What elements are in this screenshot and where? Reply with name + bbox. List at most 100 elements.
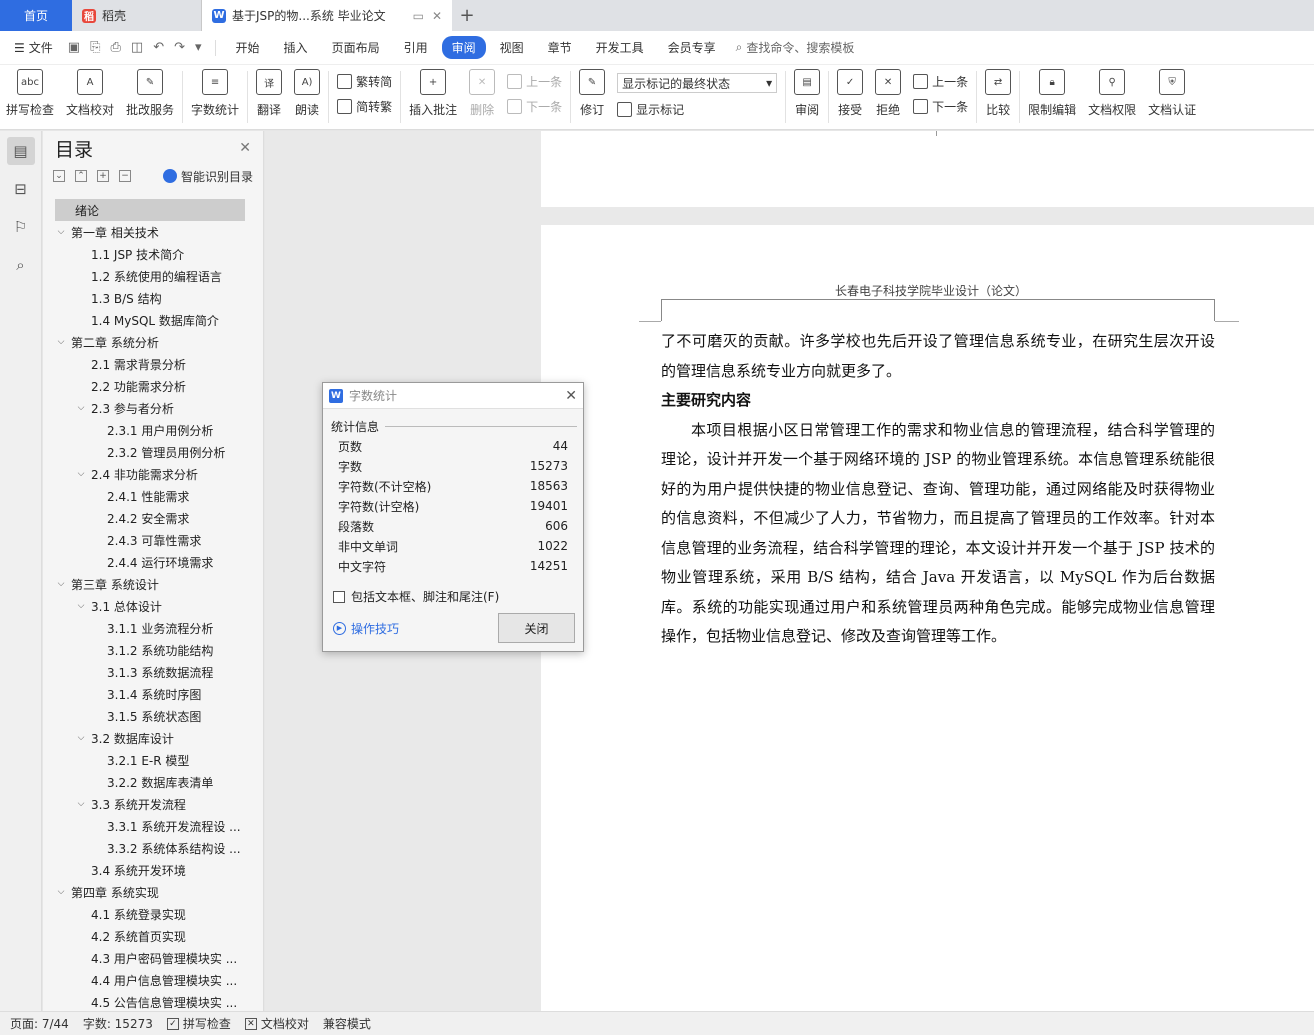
next-change-button[interactable]: 下一条: [913, 98, 968, 115]
toc-item[interactable]: ⌵ 第四章 系统实现: [55, 881, 245, 903]
add-level-icon[interactable]: +: [97, 170, 109, 182]
insert-comment-button[interactable]: + 插入批注: [403, 69, 463, 118]
menu-item-start[interactable]: 开始: [226, 36, 270, 59]
toc-item[interactable]: 4.4 用户信息管理模块实 ...: [55, 969, 245, 991]
toc-item[interactable]: 3.3.2 系统体系结构设 ...: [55, 837, 245, 859]
chevron-down-icon[interactable]: ⌵: [75, 799, 87, 809]
print-preview-icon[interactable]: ◫: [128, 40, 146, 55]
show-markup-button[interactable]: 显示标记: [617, 101, 777, 118]
menu-item-review[interactable]: 审阅: [441, 36, 486, 59]
chevron-down-icon[interactable]: ⌵: [75, 469, 87, 479]
spell-check-button[interactable]: abc 拼写检查: [0, 69, 60, 118]
toc-item[interactable]: 3.3.1 系统开发流程设 ...: [55, 815, 245, 837]
toc-item[interactable]: 4.2 系统首页实现: [55, 925, 245, 947]
toc-item[interactable]: 3.2.1 E-R 模型: [55, 749, 245, 771]
file-menu[interactable]: ☰ 文件: [10, 39, 61, 56]
export-icon[interactable]: ⎘: [87, 40, 103, 55]
read-aloud-button[interactable]: A) 朗读: [288, 69, 326, 118]
chevron-down-icon[interactable]: ⌵: [75, 733, 87, 743]
markup-state-select[interactable]: 显示标记的最终状态 ▾: [617, 73, 778, 93]
undo-icon[interactable]: ↶: [150, 40, 167, 55]
toc-item[interactable]: 4.3 用户密码管理模块实 ...: [55, 947, 245, 969]
menu-item-insert[interactable]: 插入: [274, 36, 318, 59]
toc-item[interactable]: 3.2.2 数据库表清单: [55, 771, 245, 793]
word-count-button[interactable]: ≡ 字数统计: [185, 69, 245, 118]
chevron-down-icon[interactable]: ⌵: [55, 579, 67, 589]
translate-button[interactable]: 译 翻译: [250, 69, 288, 118]
batch-service-button[interactable]: ✎ 批改服务: [120, 69, 180, 118]
doc-cert-button[interactable]: ⛨ 文档认证: [1142, 69, 1202, 118]
toc-item[interactable]: 2.1 需求背景分析: [55, 353, 245, 375]
remove-level-icon[interactable]: −: [119, 170, 131, 182]
expand-all-icon[interactable]: ⌃: [75, 170, 87, 182]
reject-button[interactable]: ✕ 拒绝: [869, 69, 907, 118]
review-pane-button[interactable]: ▤ 审阅: [788, 69, 826, 118]
toc-item[interactable]: 3.4 系统开发环境: [55, 859, 245, 881]
chevron-down-icon[interactable]: ⌵: [75, 403, 87, 413]
page-indicator[interactable]: 页面: 7/44: [10, 1015, 69, 1032]
close-button[interactable]: 关闭: [498, 613, 575, 643]
doc-permission-button[interactable]: ⚲ 文档权限: [1082, 69, 1142, 118]
menu-item-view[interactable]: 视图: [490, 36, 534, 59]
toc-item[interactable]: 绪论: [55, 199, 245, 221]
accept-button[interactable]: ✓ 接受: [831, 69, 869, 118]
quick-access-more-icon[interactable]: ▾: [192, 40, 205, 55]
find-icon[interactable]: ⌕: [7, 251, 35, 279]
compare-button[interactable]: ⇄ 比较: [979, 69, 1017, 118]
close-icon[interactable]: ✕: [239, 140, 251, 156]
delete-comment-button[interactable]: ✕ 删除: [463, 69, 501, 118]
toc-item[interactable]: ⌵ 第三章 系统设计: [55, 573, 245, 595]
close-icon[interactable]: ✕: [565, 388, 577, 404]
document-page[interactable]: 长春电子科技学院毕业设计（论文） 了不可磨灭的贡献。许多学校也先后开设了管理信息…: [541, 225, 1314, 1011]
toc-panel-icon[interactable]: ▤: [6, 137, 35, 165]
chevron-down-icon[interactable]: ⌵: [75, 601, 87, 611]
toc-item[interactable]: 3.1.1 业务流程分析: [55, 617, 245, 639]
restrict-editing-button[interactable]: 🔒︎ 限制编辑: [1022, 69, 1082, 118]
toc-item[interactable]: ⌵ 3.2 数据库设计: [55, 727, 245, 749]
tab-docer[interactable]: 稻 稻壳: [72, 0, 202, 31]
toc-item[interactable]: 2.2 功能需求分析: [55, 375, 245, 397]
simp-to-trad-button[interactable]: 简转繁: [337, 98, 392, 115]
toc-item[interactable]: 1.1 JSP 技术简介: [55, 243, 245, 265]
save-icon[interactable]: ▣: [65, 40, 83, 55]
toc-item[interactable]: 3.1.3 系统数据流程: [55, 661, 245, 683]
toc-item[interactable]: 4.1 系统登录实现: [55, 903, 245, 925]
toc-item[interactable]: ⌵ 第二章 系统分析: [55, 331, 245, 353]
toc-item[interactable]: ⌵ 2.3 参与者分析: [55, 397, 245, 419]
track-changes-button[interactable]: ✎ 修订: [573, 69, 611, 118]
toc-item[interactable]: 3.1.5 系统状态图: [55, 705, 245, 727]
chevron-down-icon[interactable]: ⌵: [55, 337, 67, 347]
tab-close-icon[interactable]: ✕: [432, 9, 442, 23]
checkbox-box[interactable]: [333, 590, 345, 603]
toc-item[interactable]: 1.3 B/S 结构: [55, 287, 245, 309]
new-tab-button[interactable]: +: [452, 0, 482, 31]
toc-item[interactable]: 4.5 公告信息管理模块实 ...: [55, 991, 245, 1011]
toc-item[interactable]: ⌵ 3.3 系统开发流程: [55, 793, 245, 815]
chevron-down-icon[interactable]: ⌵: [55, 887, 67, 897]
tab-home[interactable]: 首页: [0, 0, 72, 31]
spell-check-toggle[interactable]: ✓ 拼写检查: [166, 1015, 231, 1032]
menu-item-references[interactable]: 引用: [394, 36, 438, 59]
toc-item[interactable]: 3.1.2 系统功能结构: [55, 639, 245, 661]
bookmark-icon[interactable]: ⚐: [7, 213, 35, 241]
section-panel-icon[interactable]: ⊟: [7, 175, 35, 203]
prev-comment-button[interactable]: 上一条: [507, 73, 562, 90]
chevron-down-icon[interactable]: ⌵: [55, 227, 67, 237]
toc-item[interactable]: ⌵ 第一章 相关技术: [55, 221, 245, 243]
toc-item[interactable]: 2.3.2 管理员用例分析: [55, 441, 245, 463]
tips-link[interactable]: ▶ 操作技巧: [333, 620, 399, 637]
menu-item-member[interactable]: 会员专享: [658, 36, 726, 59]
trad-to-simp-button[interactable]: 繁转简: [337, 73, 392, 90]
smart-toc-button[interactable]: 智能识别目录: [162, 168, 253, 185]
toc-item[interactable]: 1.4 MySQL 数据库简介: [55, 309, 245, 331]
command-search[interactable]: ⌕ 查找命令、搜索模板: [736, 39, 855, 56]
next-comment-button[interactable]: 下一条: [507, 98, 562, 115]
tab-pin-icon[interactable]: ▭: [413, 9, 424, 23]
doc-check-button[interactable]: A 文档校对: [60, 69, 120, 118]
toc-item[interactable]: ⌵ 3.1 总体设计: [55, 595, 245, 617]
menu-item-section[interactable]: 章节: [538, 36, 582, 59]
toc-item[interactable]: 2.4.4 运行环境需求: [55, 551, 245, 573]
toc-item[interactable]: 2.4.2 安全需求: [55, 507, 245, 529]
include-textbox-checkbox[interactable]: 包括文本框、脚注和尾注(F): [333, 588, 499, 605]
doc-check-toggle[interactable]: ✕ 文档校对: [244, 1015, 309, 1032]
